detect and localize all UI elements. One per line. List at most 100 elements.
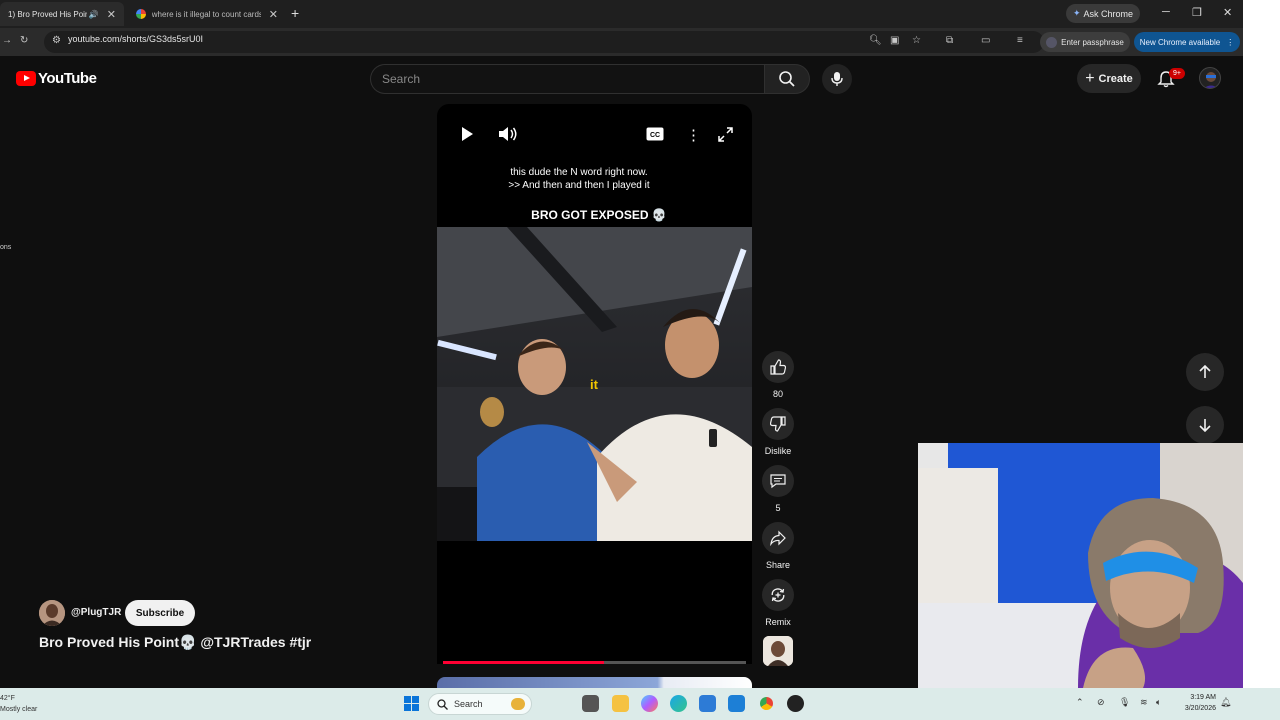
windows-start-icon[interactable] (403, 695, 420, 712)
tab-search[interactable]: where is it illegal to count cards ✕ (128, 2, 286, 26)
dislike-button[interactable] (762, 408, 794, 440)
reload-icon[interactable]: ↻ (20, 35, 28, 46)
passphrase-label: Enter passphrase (1061, 37, 1124, 47)
ask-chrome-button[interactable]: ✦ Ask Chrome (1066, 4, 1140, 23)
tab-title: where is it illegal to count cards (151, 9, 261, 19)
like-button[interactable] (762, 351, 794, 383)
like-count: 80 (772, 389, 783, 399)
restore-icon[interactable]: ❐ (1192, 6, 1202, 19)
comment-count: 5 (775, 503, 781, 513)
comment-icon (770, 474, 786, 489)
tab-title: 1) Bro Proved His Point💀 (8, 9, 87, 19)
svg-text:CC: CC (650, 132, 660, 139)
edge-icon[interactable] (670, 695, 687, 712)
search-input[interactable] (370, 64, 764, 94)
volume-icon[interactable] (498, 126, 518, 147)
more-options-icon[interactable]: ⋮ (686, 126, 701, 144)
search-icon (437, 698, 448, 710)
weather-widget[interactable]: 42°F Mostly clear (0, 693, 37, 715)
previous-short-button[interactable] (1186, 353, 1224, 391)
caption-line: >> And then and then I played it (508, 180, 650, 191)
bookmark-star-icon[interactable]: ☆ (912, 35, 921, 46)
minimize-icon[interactable]: ─ (1162, 6, 1170, 18)
new-tab-icon[interactable]: + (291, 5, 299, 21)
taskbar-search[interactable]: Search (428, 693, 532, 715)
closed-captions-icon[interactable]: CC (646, 127, 664, 146)
notification-center-icon[interactable]: 🔔︎ (1220, 697, 1231, 708)
subscribe-button[interactable]: Subscribe (125, 600, 195, 626)
close-tab-icon[interactable]: ✕ (107, 8, 116, 21)
channel-name[interactable]: @PlugTJR (71, 607, 121, 618)
video-progress-bar[interactable] (443, 661, 746, 664)
wifi-icon[interactable]: ≋ (1140, 697, 1148, 708)
short-title[interactable]: Bro Proved His Point💀 @TJRTrades #tjr (39, 634, 311, 651)
speaker-icon[interactable]: 🔈︎ (1156, 697, 1161, 708)
site-info-icon[interactable]: ⚙ (52, 35, 61, 46)
tab-active[interactable]: 1) Bro Proved His Point💀 🔊 ✕ (0, 2, 124, 26)
cast-icon[interactable]: ▣ (890, 35, 899, 46)
extensions-icon[interactable]: ⧉ (946, 35, 953, 46)
dislike-label: Dislike (764, 446, 792, 456)
remix-icon (771, 588, 785, 602)
next-short-button[interactable] (1186, 406, 1224, 444)
chrome-icon[interactable] (758, 695, 775, 712)
copilot-icon[interactable] (641, 695, 658, 712)
search-button[interactable] (764, 64, 810, 94)
video-overlay-title: BRO GOT EXPOSED 💀 (531, 208, 667, 222)
remix-button[interactable] (762, 579, 794, 611)
create-label: Create (1098, 72, 1133, 85)
play-icon[interactable] (459, 126, 475, 147)
close-window-icon[interactable]: ✕ (1223, 6, 1232, 19)
microphone-icon[interactable]: 🎙︎ (1119, 697, 1130, 708)
search-highlight-icon (511, 698, 525, 710)
share-icon (770, 530, 786, 546)
system-clock[interactable]: 3:19 AM 3/20/2026 (1172, 692, 1216, 714)
show-hidden-icons-icon[interactable]: ⌃ (1076, 697, 1084, 708)
notification-badge: 9+ (1169, 68, 1185, 79)
screen: 1) Bro Proved His Point💀 🔊 ✕ where is it… (0, 0, 1280, 720)
share-button[interactable] (762, 522, 794, 554)
search-icon (779, 71, 795, 87)
comments-button[interactable] (762, 465, 794, 497)
weather-condition: Mostly clear (0, 706, 38, 713)
progress-fill (443, 661, 604, 664)
obs-icon[interactable] (787, 695, 804, 712)
create-button[interactable]: + Create (1077, 64, 1141, 93)
outlook-icon[interactable] (728, 695, 745, 712)
voice-search-button[interactable] (822, 64, 852, 94)
network-off-icon[interactable]: ⊘ (1097, 697, 1105, 708)
zoom-icon[interactable]: 🔍︎ (869, 35, 882, 46)
youtube-wordmark: YouTube (38, 70, 97, 87)
share-label: Share (765, 560, 791, 570)
video-caption: this dude the N word right now. >> And t… (437, 166, 721, 192)
fullscreen-icon[interactable] (718, 127, 733, 147)
forward-icon[interactable]: → (2, 35, 12, 46)
clock-date: 3/20/2026 (1184, 705, 1216, 712)
clock-time: 3:19 AM (1190, 694, 1216, 701)
profile-icon (1046, 36, 1058, 48)
thumbs-up-icon (770, 359, 786, 375)
remix-label: Remix (765, 617, 791, 627)
temperature: 42°F (0, 695, 15, 702)
youtube-logo[interactable]: YouTube (16, 70, 97, 87)
thumbs-down-icon (770, 416, 786, 432)
url-text[interactable]: youtube.com/shorts/GS3ds5srU0I (68, 34, 203, 44)
split-view-icon[interactable]: ▭ (981, 35, 990, 46)
channel-avatar[interactable] (39, 600, 65, 626)
file-explorer-icon[interactable] (612, 695, 629, 712)
arrow-up-icon (1199, 365, 1211, 378)
task-view-icon[interactable] (582, 695, 599, 712)
webcam-overlay (918, 443, 1243, 688)
arrow-down-icon (1199, 419, 1211, 432)
kebab-menu-icon: ⋮ (1226, 37, 1235, 47)
sidebar-fragment: ons (0, 244, 12, 251)
desktop-strip (1243, 0, 1280, 688)
update-chrome-button[interactable]: New Chrome available ⋮ (1134, 32, 1240, 52)
passphrase-button[interactable]: Enter passphrase (1040, 32, 1130, 52)
account-avatar[interactable] (1199, 67, 1221, 89)
reading-list-icon[interactable]: ≡ (1017, 35, 1023, 46)
store-icon[interactable] (699, 695, 716, 712)
sound-thumbnail[interactable] (763, 636, 793, 666)
close-tab-icon[interactable]: ✕ (269, 8, 278, 21)
caption-line: this dude the N word right now. (510, 167, 648, 178)
